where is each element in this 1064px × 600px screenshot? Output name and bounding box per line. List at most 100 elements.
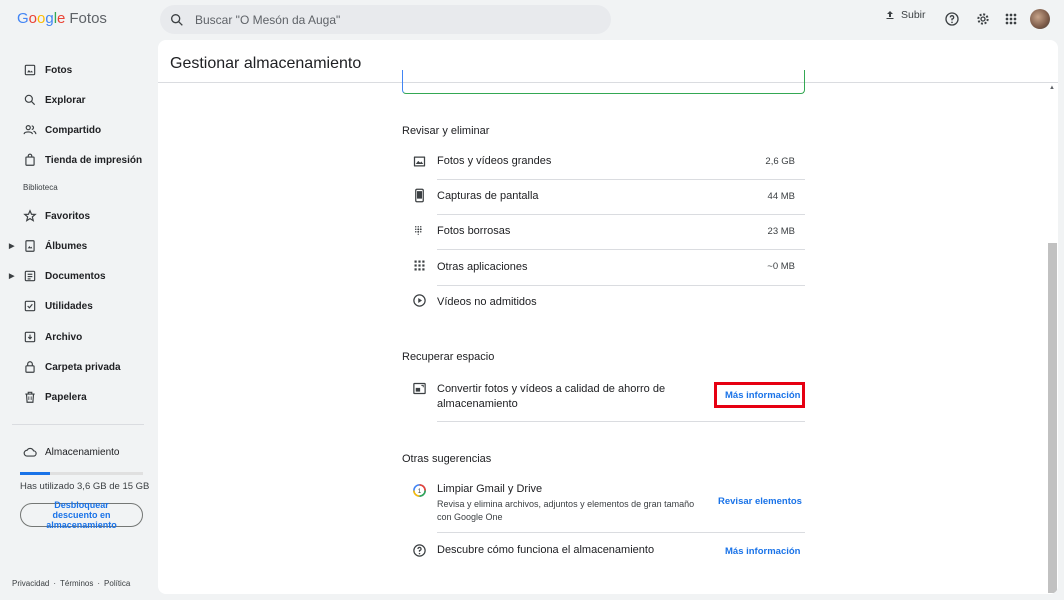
scrollbar-thumb[interactable] (1048, 243, 1057, 593)
sidebar-item-albumes[interactable]: ▶ Álbumes (9, 239, 88, 253)
row-label: Capturas de pantalla (437, 190, 539, 202)
review-section-title: Revisar y eliminar (402, 125, 490, 137)
row-label: Otras aplicaciones (437, 261, 528, 273)
sidebar-item-explorar[interactable]: Explorar (23, 93, 86, 107)
sidebar-item-label: Papelera (45, 391, 87, 403)
sidebar-item-label: Fotos (45, 64, 73, 76)
row-label: Fotos borrosas (437, 225, 511, 237)
sidebar-item-fotos[interactable]: Fotos (23, 63, 72, 77)
sidebar: Fotos Explorar Compartido Tienda de impr… (0, 40, 158, 600)
row-size: 2,6 GB (765, 156, 795, 167)
sidebar-item-almacenamiento[interactable]: Almacenamiento (23, 445, 119, 459)
sidebar-item-label: Álbumes (45, 240, 88, 252)
search-bar[interactable] (160, 5, 611, 34)
row-label: Vídeos no admitidos (437, 296, 537, 308)
terms-link[interactable]: Términos (60, 579, 93, 588)
manage-storage-panel: Gestionar almacenamiento ▲ Revisar y eli… (158, 40, 1058, 594)
row-size: 44 MB (767, 191, 795, 202)
star-icon (23, 209, 37, 222)
album-icon (25, 240, 35, 252)
google-photos-logo[interactable]: Google Fotos (17, 10, 107, 27)
google-wordmark: Google (17, 10, 66, 27)
search-icon[interactable] (169, 12, 185, 28)
learn-more-info-button[interactable]: Más información (725, 546, 801, 557)
sidebar-item-utilidades[interactable]: Utilidades (23, 299, 93, 313)
storage-saver-icon (413, 382, 426, 395)
row-divider (437, 214, 805, 215)
play-circle-icon (413, 294, 426, 307)
storage-usage-fill (20, 472, 50, 475)
row-divider (437, 285, 805, 286)
settings-gear-icon[interactable] (975, 11, 991, 27)
library-section-label: Biblioteca (23, 183, 58, 192)
storage-card-edge (402, 70, 805, 94)
sidebar-item-label: Utilidades (45, 300, 93, 312)
storage-usage-text: Has utilizado 3,6 GB de 15 GB (20, 481, 150, 492)
policy-link[interactable]: Política (104, 579, 130, 588)
footer-separator: · (97, 579, 101, 588)
highlight-box (714, 382, 805, 408)
row-divider (437, 532, 805, 533)
apps-grid-icon[interactable] (1003, 11, 1019, 27)
cloud-icon (23, 447, 37, 457)
trash-icon (25, 391, 35, 403)
sidebar-item-label: Carpeta privada (45, 361, 121, 373)
expand-caret-icon[interactable]: ▶ (9, 242, 14, 250)
archive-icon (24, 331, 36, 343)
sidebar-item-label: Almacenamiento (45, 446, 120, 458)
sidebar-item-carpeta-privada[interactable]: Carpeta privada (23, 360, 121, 374)
help-icon[interactable] (944, 11, 960, 27)
document-icon (24, 270, 36, 282)
row-divider (437, 421, 805, 422)
row-title: Descubre cómo funciona el almacenamiento (437, 544, 655, 556)
svg-text:1: 1 (418, 488, 422, 495)
photo-icon (24, 64, 36, 76)
storage-usage-bar (20, 472, 143, 475)
large-media-icon (413, 156, 426, 167)
sidebar-item-compartido[interactable]: Compartido (23, 123, 101, 137)
sidebar-item-label: Compartido (45, 124, 102, 136)
row-size: ~0 MB (767, 261, 795, 272)
upload-button[interactable]: Subir (884, 9, 926, 21)
footer-separator: · (53, 579, 57, 588)
google-one-icon: 1 (413, 484, 426, 497)
account-avatar[interactable] (1030, 9, 1050, 29)
unlock-discount-button[interactable]: Desbloquear descuento en almacenamiento (20, 500, 143, 530)
row-title: Limpiar Gmail y Drive (437, 483, 543, 495)
upload-icon (886, 11, 894, 19)
sidebar-item-favoritos[interactable]: Favoritos (23, 209, 90, 223)
row-label: Fotos y vídeos grandes (437, 155, 552, 167)
utilities-icon (24, 300, 36, 312)
row-size: 23 MB (767, 226, 795, 237)
row-subtitle: Revisa y elimina archivos, adjuntos y el… (437, 499, 695, 522)
privacy-link[interactable]: Privacidad (12, 579, 49, 588)
row-label: Convertir fotos y vídeos a calidad de ah… (437, 383, 666, 410)
sidebar-item-label: Archivo (45, 331, 83, 343)
sidebar-item-label: Explorar (45, 94, 86, 106)
row-divider (437, 249, 805, 250)
people-icon (23, 125, 37, 135)
row-divider (437, 179, 805, 180)
review-items-button[interactable]: Revisar elementos (718, 496, 802, 507)
lock-icon (25, 361, 35, 373)
blur-icon (415, 226, 422, 235)
sidebar-divider (12, 424, 144, 425)
sidebar-item-papelera[interactable]: Papelera (23, 390, 87, 404)
sidebar-item-label: Favoritos (45, 210, 91, 222)
search-input[interactable] (195, 12, 575, 27)
sidebar-item-tienda[interactable]: Tienda de impresión (23, 153, 142, 167)
product-name: Fotos (69, 10, 107, 27)
shop-icon (25, 153, 35, 166)
sidebar-item-documentos[interactable]: ▶ Documentos (9, 269, 106, 283)
sidebar-item-archivo[interactable]: Archivo (23, 330, 82, 344)
scroll-up-arrow-icon[interactable]: ▲ (1049, 85, 1055, 91)
phone-screenshot-icon (415, 188, 424, 203)
sidebar-item-label: Documentos (45, 270, 106, 282)
other-section-title: Otras sugerencias (402, 453, 492, 465)
page-title: Gestionar almacenamiento (170, 55, 362, 72)
expand-caret-icon[interactable]: ▶ (9, 272, 14, 280)
sidebar-item-label: Tienda de impresión (45, 154, 143, 166)
apps-grid-icon (414, 260, 425, 271)
recover-section-title: Recuperar espacio (402, 351, 495, 363)
upload-label: Subir (901, 9, 926, 21)
